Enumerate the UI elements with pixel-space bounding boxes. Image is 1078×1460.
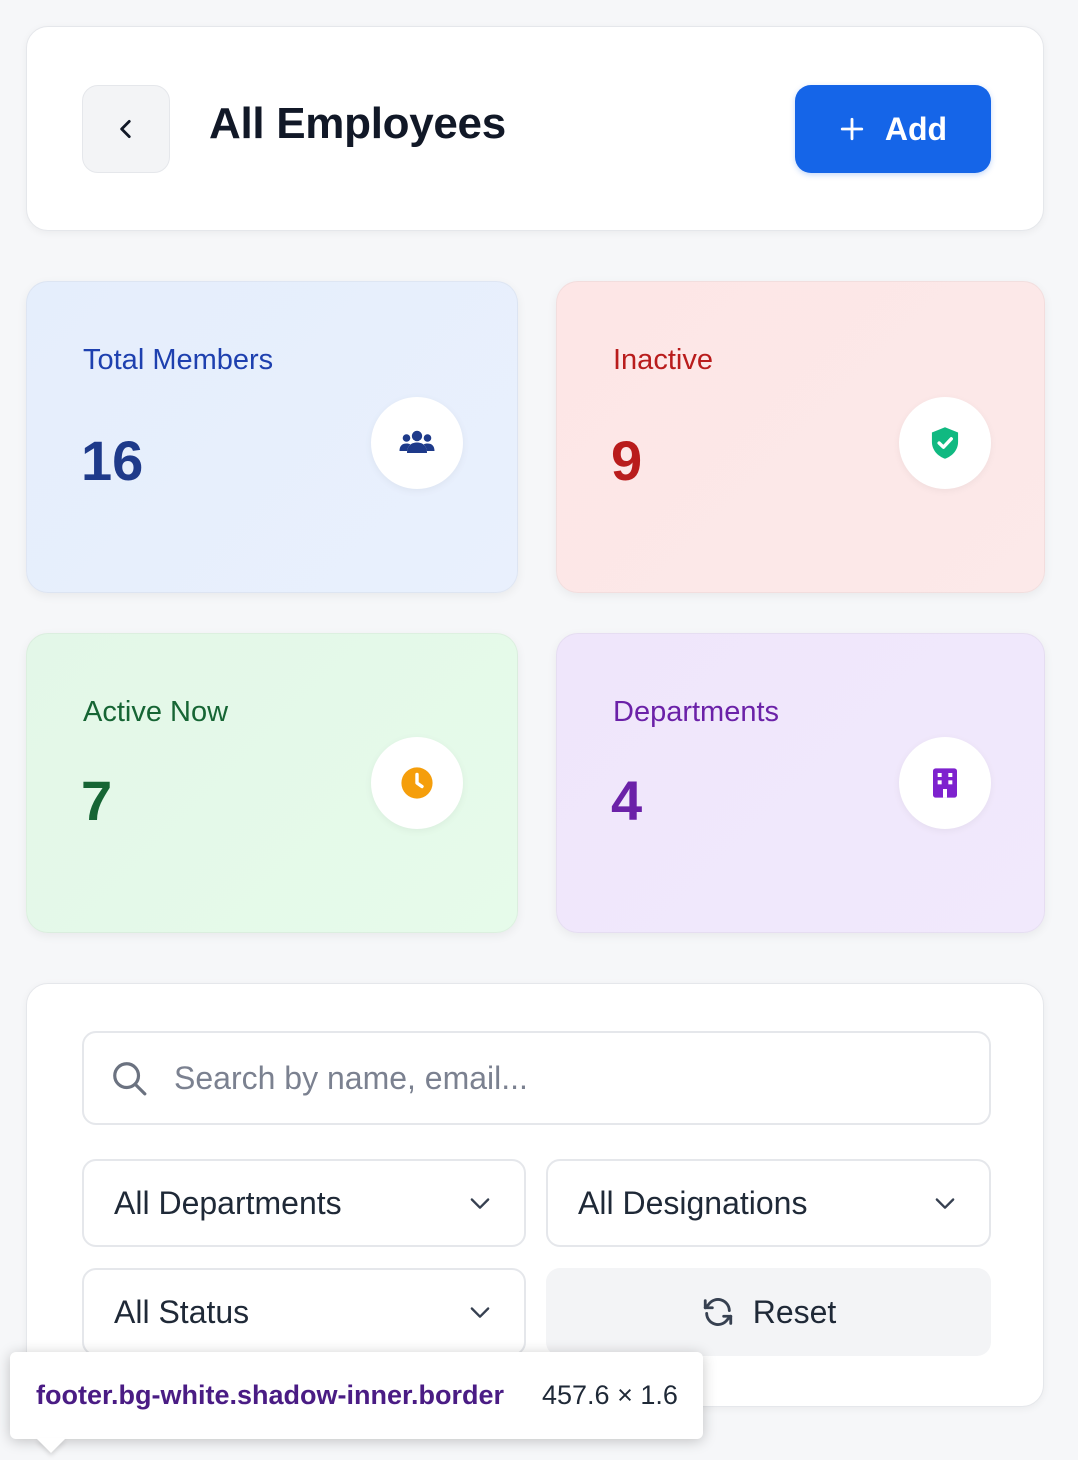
- chevron-down-icon: [466, 1189, 494, 1217]
- designation-select-value: All Designations: [578, 1184, 808, 1221]
- header-card: All Employees Add: [26, 26, 1044, 231]
- stat-label: Active Now: [83, 696, 229, 728]
- stat-icon-wrapper: [899, 737, 991, 829]
- tooltip-selector: footer.bg-white.shadow-inner.border: [36, 1380, 505, 1410]
- search-box: [82, 1031, 991, 1125]
- status-select-value: All Status: [114, 1293, 250, 1330]
- filter-card: All Departments All Designations All Sta…: [26, 983, 1044, 1407]
- stat-icon-wrapper: [371, 737, 463, 829]
- designation-select[interactable]: All Designations: [546, 1159, 991, 1247]
- chevron-down-icon: [466, 1298, 494, 1326]
- status-select[interactable]: All Status: [82, 1268, 526, 1356]
- stat-icon-wrapper: [371, 397, 463, 489]
- building-icon: [931, 767, 959, 799]
- stat-value: 16: [81, 429, 144, 492]
- back-button[interactable]: [82, 85, 170, 173]
- search-input[interactable]: [174, 1059, 934, 1097]
- plus-icon: [839, 116, 865, 142]
- tooltip-arrow: [36, 1438, 66, 1453]
- reset-button[interactable]: Reset: [546, 1268, 991, 1356]
- refresh-icon: [701, 1295, 735, 1329]
- users-icon: [399, 429, 435, 457]
- stat-value: 7: [81, 769, 113, 832]
- stat-card-active-now: Active Now 7: [26, 633, 518, 933]
- department-select-value: All Departments: [114, 1184, 342, 1221]
- reset-button-label: Reset: [752, 1293, 837, 1330]
- stat-label: Departments: [613, 696, 780, 728]
- stat-label: Inactive: [613, 344, 713, 376]
- shield-check-icon: [929, 426, 961, 460]
- search-icon: [110, 1059, 148, 1097]
- page: All Employees Add Total Members 16 Inact…: [0, 0, 1078, 1460]
- tooltip-dimensions: 457.6 × 1.6: [542, 1380, 678, 1410]
- stat-value: 9: [611, 429, 643, 492]
- stat-icon-wrapper: [899, 397, 991, 489]
- stat-card-departments: Departments 4: [556, 633, 1045, 933]
- add-button-label: Add: [884, 110, 948, 147]
- stat-value: 4: [611, 769, 643, 832]
- stat-card-inactive: Inactive 9: [556, 281, 1045, 593]
- add-employee-button[interactable]: Add: [795, 85, 991, 173]
- chevron-down-icon: [931, 1189, 959, 1217]
- stat-label: Total Members: [83, 344, 274, 376]
- department-select[interactable]: All Departments: [82, 1159, 526, 1247]
- chevron-left-icon: [113, 116, 139, 142]
- page-title: All Employees: [209, 99, 506, 148]
- devtools-tooltip: footer.bg-white.shadow-inner.border 457.…: [10, 1352, 703, 1439]
- clock-icon: [400, 766, 434, 800]
- stat-card-total-members: Total Members 16: [26, 281, 518, 593]
